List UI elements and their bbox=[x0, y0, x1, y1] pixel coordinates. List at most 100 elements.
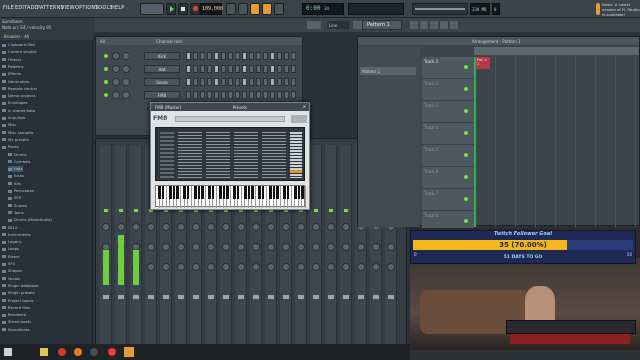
step-button[interactable] bbox=[242, 78, 247, 86]
browser-item[interactable]: Risers bbox=[2, 254, 20, 260]
mixer-fader[interactable] bbox=[328, 295, 334, 299]
browser-item[interactable]: My presets bbox=[2, 137, 29, 143]
mixer-icon[interactable] bbox=[410, 21, 418, 29]
mixer-track-led[interactable] bbox=[329, 209, 333, 212]
mixer-knob[interactable] bbox=[237, 263, 245, 271]
browser-item[interactable]: Rendered bbox=[2, 312, 26, 318]
browser-item[interactable]: Snares bbox=[8, 203, 27, 209]
browser-item[interactable]: Drums bbox=[8, 152, 27, 158]
mixer-knob[interactable] bbox=[297, 223, 305, 231]
obs-icon[interactable] bbox=[90, 348, 98, 356]
browser-item[interactable]: Recent files bbox=[2, 305, 30, 311]
step-button[interactable] bbox=[221, 78, 226, 86]
mixer-knob[interactable] bbox=[222, 243, 230, 251]
step-button[interactable] bbox=[242, 91, 247, 99]
mixer-fader[interactable] bbox=[388, 295, 394, 299]
browser-app-icon[interactable] bbox=[58, 348, 66, 356]
plugin-menu-icon[interactable] bbox=[291, 115, 307, 123]
windows-start-icon[interactable] bbox=[4, 348, 12, 356]
track-mute-led[interactable] bbox=[464, 87, 468, 91]
step-button[interactable] bbox=[270, 91, 275, 99]
menu-view[interactable]: VIEW bbox=[61, 5, 75, 11]
browser-item[interactable]: Cymbals bbox=[8, 159, 30, 165]
mixer-fader[interactable] bbox=[358, 295, 364, 299]
channel-mute-led[interactable] bbox=[104, 54, 108, 58]
mixer-track-led[interactable] bbox=[119, 209, 123, 212]
timeline-ruler[interactable] bbox=[474, 47, 639, 55]
browser-item[interactable]: Remote control bbox=[2, 86, 37, 92]
browser-item[interactable]: Misc samples bbox=[2, 130, 33, 136]
step-button[interactable] bbox=[249, 65, 254, 73]
step-button[interactable] bbox=[242, 52, 247, 60]
close-icon[interactable]: ✕ bbox=[303, 104, 306, 109]
metronome-button[interactable] bbox=[226, 3, 236, 15]
mixer-fader[interactable] bbox=[283, 295, 289, 299]
channel-mute-led[interactable] bbox=[104, 80, 108, 84]
browser-item[interactable]: Misc bbox=[2, 122, 16, 128]
mixer-knob[interactable] bbox=[282, 263, 290, 271]
mixer-knob[interactable] bbox=[267, 263, 275, 271]
mixer-knob[interactable] bbox=[282, 243, 290, 251]
plugin-presets[interactable]: Presets bbox=[233, 105, 248, 110]
preset-browser[interactable] bbox=[155, 127, 305, 181]
mixer-knob[interactable] bbox=[297, 263, 305, 271]
channel-rack-filter[interactable]: All bbox=[100, 39, 105, 44]
browser-item[interactable]: Generators bbox=[2, 79, 29, 85]
step-button[interactable] bbox=[221, 91, 226, 99]
mixer-knob[interactable] bbox=[192, 243, 200, 251]
step-button[interactable] bbox=[186, 91, 191, 99]
mixer-knob[interactable] bbox=[192, 223, 200, 231]
mixer-knob[interactable] bbox=[312, 243, 320, 251]
mixer-fader[interactable] bbox=[193, 295, 199, 299]
mixer-track[interactable] bbox=[130, 145, 142, 345]
browser-item[interactable]: Instruments bbox=[2, 232, 31, 238]
mixer-knob[interactable] bbox=[177, 263, 185, 271]
play-button[interactable] bbox=[166, 3, 176, 15]
browser-item[interactable]: Current project bbox=[2, 49, 37, 55]
browser-item[interactable]: SFX bbox=[8, 195, 21, 201]
mixer-fader[interactable] bbox=[268, 295, 274, 299]
step-button[interactable] bbox=[263, 65, 268, 73]
mixer-knob[interactable] bbox=[222, 263, 230, 271]
stop-button[interactable] bbox=[178, 3, 188, 15]
file-explorer-icon[interactable] bbox=[40, 348, 48, 356]
mixer-knob[interactable] bbox=[132, 223, 140, 231]
mixer-fader[interactable] bbox=[148, 295, 154, 299]
mixer-knob[interactable] bbox=[252, 223, 260, 231]
step-button[interactable] bbox=[228, 91, 233, 99]
firefox-icon[interactable] bbox=[74, 348, 82, 356]
mixer-knob[interactable] bbox=[207, 243, 215, 251]
channel-volume-knob[interactable] bbox=[112, 52, 120, 60]
mixer-knob[interactable] bbox=[162, 223, 170, 231]
step-button[interactable] bbox=[249, 91, 254, 99]
step-button[interactable] bbox=[207, 52, 212, 60]
step-button[interactable] bbox=[284, 52, 289, 60]
step-button[interactable] bbox=[193, 91, 198, 99]
browser-item[interactable]: Sliced beats bbox=[2, 319, 31, 325]
tempo-display[interactable]: 109.000 bbox=[200, 3, 223, 15]
channel-rack-icon[interactable] bbox=[430, 21, 438, 29]
mixer-knob[interactable] bbox=[222, 223, 230, 231]
browser-item[interactable]: IL shared data bbox=[2, 108, 35, 114]
mixer-knob[interactable] bbox=[372, 243, 380, 251]
step-button[interactable] bbox=[277, 52, 282, 60]
browser-item[interactable]: Drums (ModeAudio) bbox=[8, 217, 52, 223]
mixer-knob[interactable] bbox=[297, 243, 305, 251]
step-button[interactable] bbox=[200, 52, 205, 60]
channel-name-button[interactable]: Snare bbox=[144, 78, 180, 86]
step-button[interactable] bbox=[242, 65, 247, 73]
mixer-knob[interactable] bbox=[162, 263, 170, 271]
preset-search[interactable] bbox=[175, 116, 285, 122]
browser-item[interactable]: Loops bbox=[2, 246, 19, 252]
mixer-knob[interactable] bbox=[147, 243, 155, 251]
mixer-knob[interactable] bbox=[327, 263, 335, 271]
browser-item[interactable]: Shapes bbox=[2, 268, 22, 274]
pat-song-toggle[interactable] bbox=[140, 3, 164, 15]
mixer-fader[interactable] bbox=[178, 295, 184, 299]
mixer-knob[interactable] bbox=[237, 243, 245, 251]
step-button[interactable] bbox=[193, 52, 198, 60]
mixer-knob[interactable] bbox=[342, 243, 350, 251]
channel-pan-knob[interactable] bbox=[122, 78, 130, 86]
step-button[interactable] bbox=[270, 65, 275, 73]
mixer-knob[interactable] bbox=[162, 243, 170, 251]
